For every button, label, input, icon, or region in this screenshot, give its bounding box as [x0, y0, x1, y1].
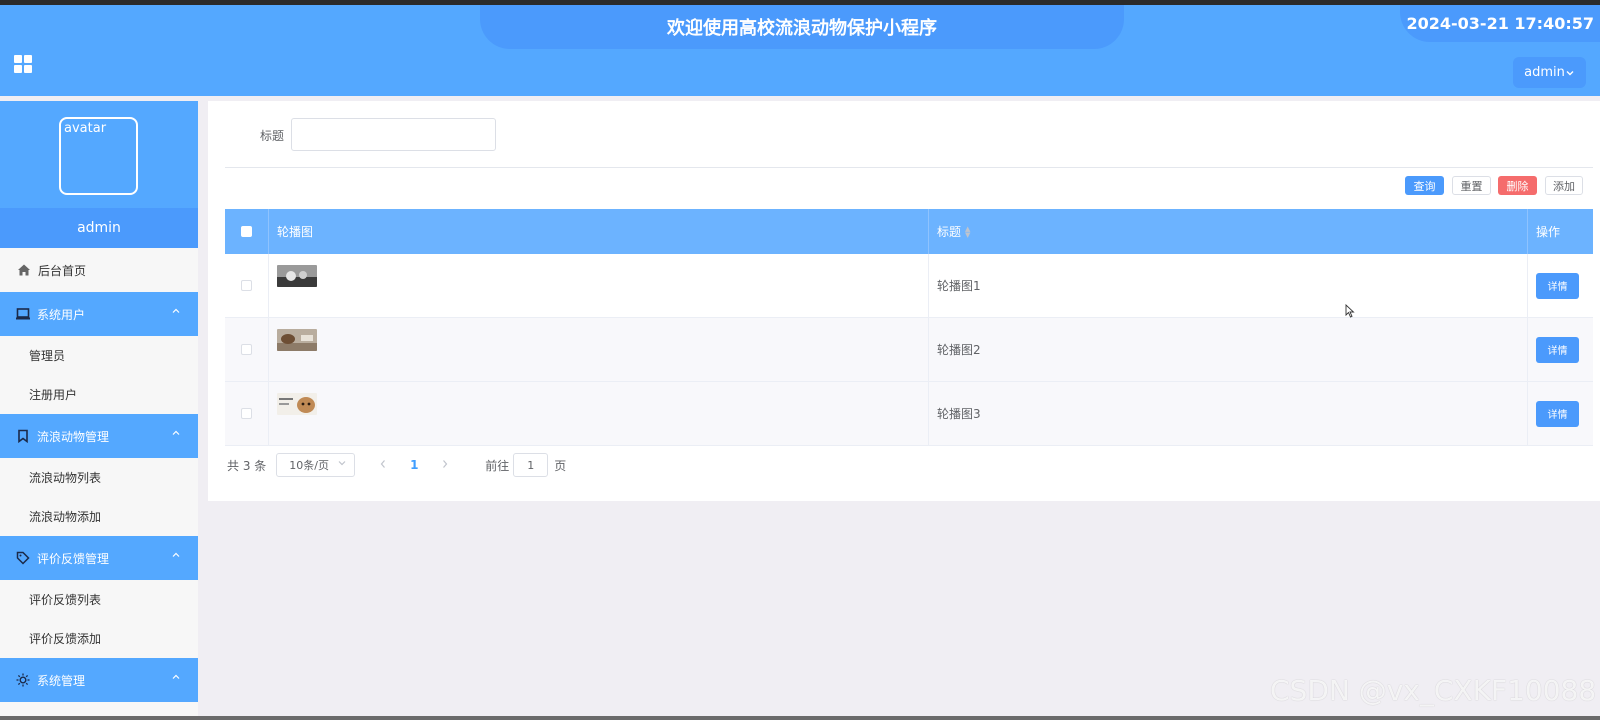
action-cell: 详情 — [1528, 254, 1593, 317]
search-title-label: 标题 — [260, 129, 285, 143]
datetime: 2024-03-21 17:40:57 — [1400, 5, 1600, 42]
detail-button[interactable]: 详情 — [1536, 400, 1579, 427]
chevron-up-icon — [171, 428, 181, 441]
window-bottom-strip — [0, 716, 1600, 720]
avatar: avatar — [59, 117, 138, 195]
main-content: 标题 查询 重置 删除 添加 轮播图 标题 ▲ ▼ 操作 轮播图1 详情 轮播图… — [208, 101, 1600, 501]
chevron-up-icon — [171, 672, 181, 685]
sidebar-item-stray-animal-list[interactable]: 流浪动物列表 — [0, 458, 198, 497]
sidebar-group-stray-animals[interactable]: 流浪动物管理 — [0, 414, 198, 458]
table-row: 轮播图2 详情 — [225, 318, 1593, 382]
page-number-current[interactable]: 1 — [404, 458, 424, 472]
watermark: CSDN @vx_CXKF10088 — [1270, 674, 1597, 707]
profile-panel: avatar — [0, 101, 198, 208]
sidebar-item-home[interactable]: 后台首页 — [0, 248, 198, 292]
sidebar-item-registered-users[interactable]: 注册用户 — [0, 375, 198, 414]
sidebar-username: admin — [0, 208, 198, 248]
home-icon — [16, 262, 32, 278]
sidebar-group-feedback[interactable]: 评价反馈管理 — [0, 536, 198, 580]
user-menu-dropdown[interactable]: admin — [1513, 57, 1586, 88]
detail-button[interactable]: 详情 — [1536, 272, 1579, 299]
table-header: 轮播图 标题 ▲ ▼ 操作 — [225, 209, 1593, 254]
column-header-title[interactable]: 标题 ▲ ▼ — [929, 209, 1528, 254]
sun-icon — [15, 672, 31, 688]
goto-suffix: 页 — [554, 458, 567, 473]
action-cell: 详情 — [1528, 382, 1593, 445]
query-button[interactable]: 查询 — [1405, 176, 1444, 195]
pagination: 共 3 条 10条/页 1 前往 1 页 — [227, 452, 566, 478]
pagination-total: 共 3 条 — [227, 458, 267, 473]
page-size-value: 10条/页 — [289, 459, 329, 472]
delete-button[interactable]: 删除 — [1498, 176, 1537, 195]
goto-label: 前往 — [485, 458, 510, 473]
sidebar-group-system-users[interactable]: 系统用户 — [0, 292, 198, 336]
sidebar-group-label: 系统用户 — [37, 307, 86, 322]
sidebar-item-label: 后台首页 — [38, 263, 87, 278]
header-checkbox-cell — [225, 209, 269, 254]
add-button[interactable]: 添加 — [1545, 176, 1583, 195]
grid-menu-icon[interactable] — [14, 55, 32, 73]
column-header-label: 标题 — [937, 225, 962, 239]
carousel-thumbnail — [277, 393, 317, 415]
title-cell: 轮播图3 — [929, 382, 1528, 445]
reset-button[interactable]: 重置 — [1452, 176, 1491, 195]
sidebar-group-system-management[interactable]: 系统管理 — [0, 658, 198, 702]
divider — [225, 167, 1593, 168]
table-row: 轮播图3 详情 — [225, 382, 1593, 446]
sidebar-group-label: 系统管理 — [37, 673, 86, 688]
row-checkbox-cell — [225, 254, 269, 317]
goto-page-input[interactable]: 1 — [513, 453, 549, 477]
carousel-thumbnail — [277, 265, 317, 287]
image-cell — [269, 254, 929, 317]
page-size-select[interactable]: 10条/页 — [276, 453, 356, 477]
sidebar-item-stray-animal-add[interactable]: 流浪动物添加 — [0, 497, 198, 536]
sidebar: avatar admin 后台首页 系统用户 管理员 注册用户 流浪动物管理 流… — [0, 101, 198, 720]
user-menu-label: admin — [1524, 65, 1565, 80]
column-header-image: 轮播图 — [269, 209, 929, 254]
mouse-cursor-icon — [1345, 304, 1355, 318]
sidebar-group-label: 评价反馈管理 — [37, 551, 110, 566]
sort-caret-icon[interactable]: ▲ ▼ — [965, 225, 970, 238]
sidebar-item-admins[interactable]: 管理员 — [0, 336, 198, 375]
sidebar-item-feedback-list[interactable]: 评价反馈列表 — [0, 580, 198, 619]
chevron-up-icon — [171, 550, 181, 563]
header: 欢迎使用高校流浪动物保护小程序 2024-03-21 17:40:57 admi… — [0, 5, 1600, 96]
row-checkbox[interactable] — [241, 344, 252, 355]
column-header-actions: 操作 — [1536, 225, 1561, 239]
title-cell: 轮播图2 — [929, 318, 1528, 381]
action-cell: 详情 — [1528, 318, 1593, 381]
bookmark-icon — [15, 428, 31, 444]
row-checkbox[interactable] — [241, 280, 252, 291]
table-row: 轮播图1 详情 — [225, 254, 1593, 318]
select-all-checkbox[interactable] — [241, 226, 252, 237]
sidebar-item-feedback-add[interactable]: 评价反馈添加 — [0, 619, 198, 658]
title-cell: 轮播图1 — [929, 254, 1528, 317]
carousel-table: 轮播图 标题 ▲ ▼ 操作 轮播图1 详情 轮播图2 详情 轮播图3 详情 — [225, 209, 1593, 446]
detail-button[interactable]: 详情 — [1536, 336, 1579, 363]
chevron-down-icon — [1566, 70, 1574, 75]
prev-page-icon[interactable] — [373, 458, 393, 472]
image-cell — [269, 382, 929, 445]
carousel-thumbnail — [277, 329, 317, 351]
tag-icon — [15, 550, 31, 566]
next-page-icon[interactable] — [435, 458, 455, 472]
row-checkbox[interactable] — [241, 408, 252, 419]
row-checkbox-cell — [225, 382, 269, 445]
image-cell — [269, 318, 929, 381]
chevron-down-icon — [337, 458, 347, 471]
chevron-up-icon — [171, 306, 181, 319]
search-title-input[interactable] — [291, 118, 496, 151]
sidebar-group-label: 流浪动物管理 — [37, 429, 110, 444]
laptop-icon — [15, 306, 31, 322]
row-checkbox-cell — [225, 318, 269, 381]
app-title: 欢迎使用高校流浪动物保护小程序 — [480, 5, 1124, 49]
